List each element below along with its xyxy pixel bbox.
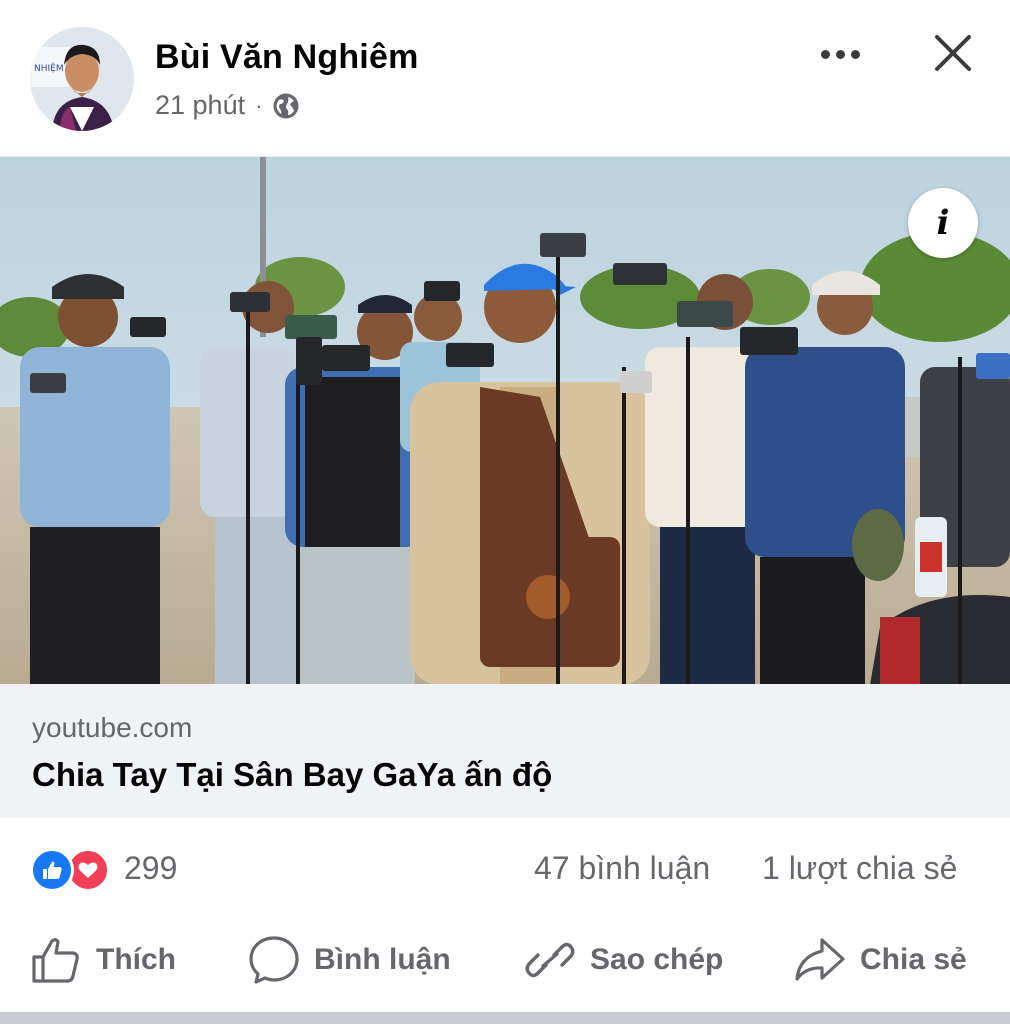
reaction-count[interactable]: 299 (124, 850, 177, 887)
link-preview[interactable] (0, 684, 1010, 818)
post-meta: 21 phút · (155, 90, 300, 121)
bottom-divider (0, 1012, 1010, 1024)
copy-link-button[interactable]: Sao chép (524, 920, 723, 1000)
post-photo[interactable] (0, 156, 1010, 684)
more-horizontal-icon (820, 49, 830, 59)
comment-button[interactable]: Bình luận (248, 920, 451, 1000)
link-domain[interactable]: youtube.com (32, 712, 192, 744)
share-icon (795, 938, 845, 981)
link-icon (525, 942, 575, 978)
author-name[interactable]: Bùi Văn Nghiêm (155, 38, 419, 77)
action-bar: Thích Bình luận Sao chép Chia sẻ (0, 920, 1010, 1000)
info-icon: i (936, 203, 950, 243)
close-icon (935, 35, 971, 71)
comments-count[interactable]: 47 bình luận (534, 850, 710, 887)
like-button[interactable]: Thích (30, 920, 176, 1000)
close-button[interactable] (930, 30, 976, 76)
share-label: Chia sẻ (860, 943, 967, 976)
avatar[interactable]: NHIỆM 22 (30, 27, 134, 131)
more-dot (850, 49, 860, 59)
shares-count[interactable]: 1 lượt chia sẻ (762, 850, 957, 887)
photo-info-button[interactable]: i (908, 188, 978, 258)
like-label: Thích (96, 943, 176, 976)
share-button[interactable]: Chia sẻ (794, 920, 967, 1000)
meta-separator: · (255, 92, 263, 118)
more-dot (835, 49, 845, 59)
copy-label: Sao chép (590, 943, 724, 976)
group-photo (0, 157, 1010, 684)
thumbs-up-icon (32, 938, 79, 983)
like-icon (30, 848, 74, 892)
comment-icon (249, 936, 299, 984)
avatar-image: NHIỆM 22 (30, 27, 134, 131)
post-header: NHIỆM 22 Bùi Văn Nghiêm 21 phút · (0, 0, 1010, 156)
globe-icon (272, 92, 300, 120)
link-title[interactable]: Chia Tay Tại Sân Bay GaYa ấn độ (32, 756, 552, 794)
post-time[interactable]: 21 phút (155, 90, 245, 121)
reaction-icons[interactable] (30, 848, 110, 892)
more-options-button[interactable] (814, 36, 866, 72)
comment-label: Bình luận (314, 943, 451, 976)
